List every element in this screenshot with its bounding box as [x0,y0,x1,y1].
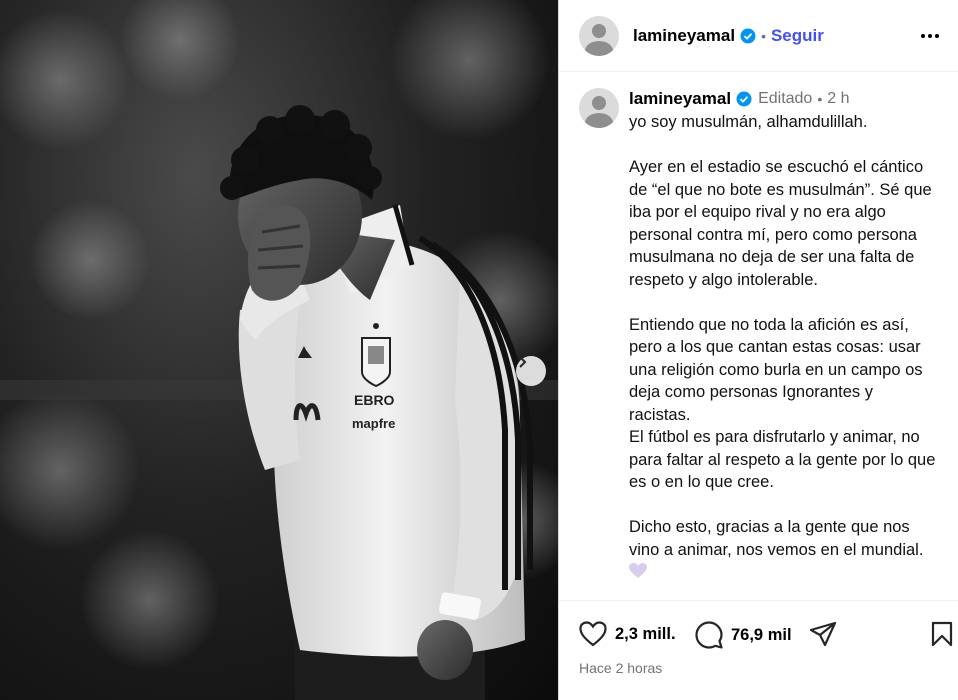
author-avatar[interactable] [579,15,619,56]
heart-outline-icon [579,621,607,647]
speech-bubble-icon [695,621,723,649]
caption-body: lamineyamal Editado • 2 h yo soy musulmá… [629,88,938,584]
follow-button[interactable]: Seguir [771,26,824,46]
like-button[interactable]: 2,3 mill. [579,621,676,647]
post-header: lamineyamal • Seguir [559,0,958,72]
caption-text: yo soy musulmán, alhamdulillah. Ayer en … [629,113,936,559]
comment-count[interactable]: 76,9 mil [731,626,792,645]
verified-badge-icon [736,91,752,107]
save-button[interactable] [931,621,953,647]
caption-avatar[interactable] [579,88,619,128]
comment-button[interactable]: 76,9 mil [695,621,792,649]
author-username[interactable]: lamineyamal [633,26,735,46]
separator-dot: • [761,27,766,44]
light-purple-heart-icon [629,563,938,584]
caption-row: lamineyamal Editado • 2 h yo soy musulmá… [579,88,938,584]
share-button[interactable] [809,621,837,647]
bookmark-icon [931,621,953,647]
paper-plane-icon [809,621,837,647]
more-horizontal-icon [921,34,925,38]
instagram-post: EBRO mapfre lamineyamal • Seguir laminey… [0,0,958,700]
jersey-sponsor-ebro: EBRO [354,392,395,408]
jersey-sponsor-mapfre: mapfre [352,416,395,431]
post-actions: 2,3 mill. 76,9 mil Hace 2 horas [559,600,958,700]
caption-section: lamineyamal Editado • 2 h yo soy musulmá… [559,72,958,600]
more-options-button[interactable] [918,24,942,48]
default-avatar-icon [585,23,613,56]
photo-illustration: EBRO mapfre [0,0,558,700]
like-count[interactable]: 2,3 mill. [615,625,676,644]
next-photo-button[interactable] [516,356,546,386]
post-side-panel: lamineyamal • Seguir lamineyamal Editado… [558,0,958,700]
caption-time[interactable]: 2 h [827,90,849,108]
post-photo[interactable]: EBRO mapfre [0,0,558,700]
chevron-right-icon [519,356,527,368]
post-timestamp[interactable]: Hace 2 horas [579,660,662,676]
separator-dot: • [817,91,823,107]
edited-label: Editado [758,90,813,107]
caption-header: lamineyamal Editado • 2 h [629,88,938,110]
verified-badge-icon [740,28,756,44]
default-avatar-icon [585,96,613,128]
caption-username[interactable]: lamineyamal [629,89,731,109]
